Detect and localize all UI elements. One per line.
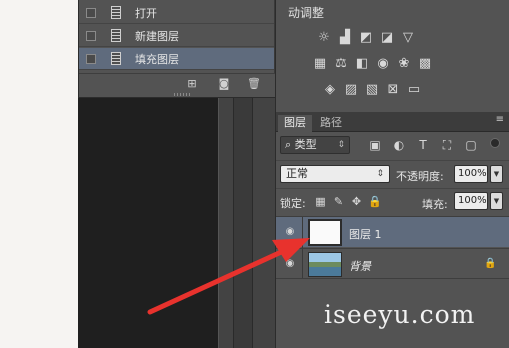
blend-mode-value: 正常: [286, 167, 308, 180]
resize-grip[interactable]: [174, 93, 192, 96]
adjustment-icons-row-2: ▦ ⚖ ◧ ◉ ❀ ▩: [312, 56, 433, 72]
divider: [302, 217, 303, 248]
action-label: 打开: [135, 6, 157, 20]
lock-icon: 🔒: [484, 258, 497, 269]
vibrance-icon[interactable]: ▽: [400, 30, 416, 46]
layer-row[interactable]: ◉ 图层 1: [276, 216, 509, 248]
layer-thumbnail[interactable]: [308, 219, 342, 246]
action-checkbox[interactable]: [86, 53, 96, 64]
smart-object-filter-icon[interactable]: ▢: [464, 138, 478, 152]
eye-icon[interactable]: ◉: [283, 258, 297, 270]
color-lookup-icon[interactable]: ▩: [417, 56, 433, 72]
camera-icon[interactable]: ◙: [217, 78, 231, 90]
channel-mixer-icon[interactable]: ❀: [396, 56, 412, 72]
gradient-map-icon[interactable]: ▭: [406, 82, 422, 98]
eye-icon[interactable]: ◉: [283, 226, 297, 238]
layer-row[interactable]: ◉ 背景 🔒: [276, 248, 509, 280]
color-balance-icon[interactable]: ⚖: [333, 56, 349, 72]
document-icon: [111, 29, 121, 42]
fill-label: 填充:: [422, 198, 448, 211]
image-filter-icon[interactable]: ▣: [368, 138, 382, 152]
actions-footer: ⊞ ◙ 🗑: [79, 73, 287, 97]
filter-row: ⌕ 类型 ⇕ ▣ ◐ T ⛶ ▢: [276, 132, 509, 158]
updown-arrow-icon: ⇕: [376, 169, 384, 179]
tab-paths[interactable]: 路径: [314, 115, 348, 132]
document-icon: [111, 52, 121, 65]
text-filter-icon[interactable]: T: [416, 138, 430, 152]
adjustment-icons-row-3: ◈ ▨ ▧ ⊠ ▭: [322, 82, 422, 98]
document-canvas[interactable]: [0, 0, 78, 348]
watermark-text: iseeyu.com: [324, 300, 476, 329]
filter-kind-select[interactable]: ⌕ 类型 ⇕: [280, 136, 350, 154]
curves-icon[interactable]: ◩: [358, 30, 374, 46]
exposure-icon[interactable]: ◪: [379, 30, 395, 46]
lock-row: 锁定: ▦ ✎ ✥ 🔒 填充: 100% ▼: [276, 188, 509, 212]
panel-title: 动调整: [288, 6, 325, 20]
invert-icon[interactable]: ◈: [322, 82, 338, 98]
photo-filter-icon[interactable]: ◉: [375, 56, 391, 72]
layer-thumbnail[interactable]: [308, 252, 342, 277]
layer-name[interactable]: 背景: [349, 258, 371, 274]
lock-position-icon[interactable]: ✥: [350, 195, 363, 208]
threshold-icon[interactable]: ▧: [364, 82, 380, 98]
adjustments-panel: 动调整 ☼ ▟ ◩ ◪ ▽ ▦ ⚖ ◧ ◉ ❀ ▩ ◈ ▨ ▧ ⊠ ▭: [275, 0, 509, 112]
selective-color-icon[interactable]: ⊠: [385, 82, 401, 98]
brightness-icon[interactable]: ☼: [316, 30, 332, 46]
action-label: 新建图层: [135, 29, 179, 43]
opacity-dropdown-icon[interactable]: ▼: [490, 165, 503, 183]
adjustment-filter-icon[interactable]: ◐: [392, 138, 406, 152]
tab-layers[interactable]: 图层: [278, 115, 312, 132]
action-label: 填充图层: [135, 52, 179, 66]
action-item-new-layer[interactable]: 新建图层: [79, 25, 275, 47]
hue-saturation-icon[interactable]: ▦: [312, 56, 328, 72]
blend-row: 正常 ⇕ 不透明度: 100% ▼: [276, 160, 509, 184]
shape-filter-icon[interactable]: ⛶: [440, 138, 454, 152]
new-action-icon[interactable]: ⊞: [185, 78, 199, 90]
fill-dropdown-icon[interactable]: ▼: [490, 192, 503, 210]
action-item-fill-layer[interactable]: 填充图层: [79, 48, 275, 70]
adjustment-icons-row-1: ☼ ▟ ◩ ◪ ▽: [316, 30, 416, 46]
document-icon: [111, 6, 121, 19]
lock-all-icon[interactable]: 🔒: [368, 195, 382, 208]
black-white-icon[interactable]: ◧: [354, 56, 370, 72]
fill-input[interactable]: 100%: [454, 192, 488, 210]
layers-tabs: 图层 路径 ≡: [276, 112, 509, 132]
actions-panel: 打开 新建图层 填充图层 ▼ ⊞ ◙ 🗑: [78, 0, 288, 98]
layer-name[interactable]: 图层 1: [349, 226, 382, 242]
opacity-input[interactable]: 100%: [454, 165, 488, 183]
posterize-icon[interactable]: ▨: [343, 82, 359, 98]
blend-mode-select[interactable]: 正常 ⇕: [280, 165, 390, 183]
action-checkbox[interactable]: [86, 7, 96, 18]
panel-menu-icon[interactable]: ≡: [496, 114, 504, 125]
opacity-label: 不透明度:: [396, 170, 444, 183]
action-checkbox[interactable]: [86, 30, 96, 41]
divider: [302, 249, 303, 280]
lock-image-icon[interactable]: ✎: [332, 195, 345, 208]
filter-kind-label: 类型: [294, 138, 317, 151]
levels-icon[interactable]: ▟: [337, 30, 353, 46]
action-item-open[interactable]: 打开: [79, 2, 275, 24]
search-icon: ⌕: [285, 138, 295, 151]
updown-arrow-icon: ⇕: [337, 140, 345, 150]
lock-label: 锁定:: [280, 197, 306, 210]
lock-transparent-icon[interactable]: ▦: [314, 195, 327, 208]
trash-icon[interactable]: 🗑: [247, 78, 261, 90]
filter-toggle[interactable]: [490, 138, 500, 148]
